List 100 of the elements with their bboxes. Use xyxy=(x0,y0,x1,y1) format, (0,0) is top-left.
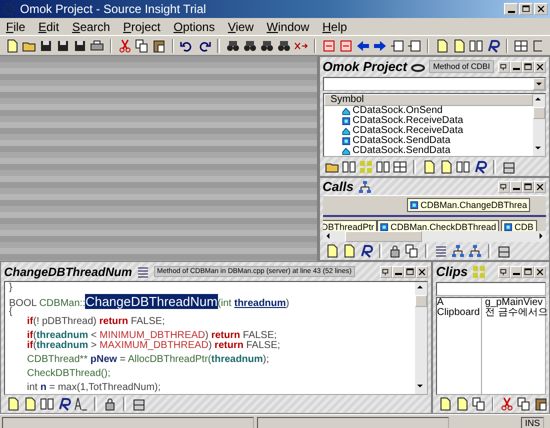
search-field[interactable] xyxy=(322,77,546,91)
call-node[interactable]: CDB xyxy=(500,220,537,231)
symbol-item[interactable]: CDataSock.ReceiveData xyxy=(324,126,533,136)
menu-item[interactable]: Edit xyxy=(38,20,60,34)
window-button[interactable] xyxy=(406,38,422,54)
clipboard-icon xyxy=(152,38,166,52)
scroll-thumb[interactable] xyxy=(533,107,545,119)
close-button[interactable] xyxy=(534,3,548,15)
symbol-info: Method of CDBI xyxy=(429,60,494,73)
minimize-icon xyxy=(508,10,514,12)
call-node[interactable]: DBThreadPtr xyxy=(322,220,378,231)
dots-button[interactable] xyxy=(358,159,374,175)
vertical-scrollbar[interactable] xyxy=(533,94,545,156)
page-icon xyxy=(455,397,469,411)
page-icon xyxy=(5,38,19,52)
maximize-icon xyxy=(405,266,415,276)
book-button[interactable] xyxy=(468,38,484,54)
search-field[interactable] xyxy=(436,282,546,296)
menu-item[interactable]: File xyxy=(6,20,26,34)
panel-title: Calls xyxy=(322,179,354,194)
minimize-button[interactable] xyxy=(510,60,522,72)
book-icon xyxy=(468,38,483,52)
minimize-button[interactable] xyxy=(510,266,522,278)
book-button[interactable] xyxy=(374,159,391,175)
scroll-thumb[interactable] xyxy=(344,231,422,242)
text-edit-icon xyxy=(74,397,88,411)
symbol-item[interactable]: CDataSock.SendData xyxy=(324,146,533,156)
minimize-button[interactable] xyxy=(392,266,404,278)
tree-button[interactable] xyxy=(466,243,483,259)
tree-icon xyxy=(468,244,482,258)
menu-item[interactable]: Window xyxy=(266,20,310,34)
copy-icon xyxy=(472,397,486,411)
window-button[interactable] xyxy=(388,38,405,54)
menu-item[interactable]: Search xyxy=(72,20,110,34)
tree-icon xyxy=(450,244,465,258)
minimize-button[interactable] xyxy=(510,180,522,193)
close-button[interactable] xyxy=(416,266,428,278)
left-arrow-icon xyxy=(356,38,370,52)
maximize-button[interactable] xyxy=(522,266,534,278)
grid-button[interactable] xyxy=(392,159,408,175)
book-icon xyxy=(376,160,390,174)
close-button[interactable] xyxy=(534,180,546,193)
menu-item[interactable]: Help xyxy=(322,20,348,34)
vertical-scrollbar[interactable] xyxy=(415,282,427,394)
symbol-item[interactable]: CDataSock.ReceiveData xyxy=(324,116,533,126)
list-icon xyxy=(136,264,150,278)
copy-button[interactable] xyxy=(134,38,150,54)
close-icon xyxy=(535,266,545,276)
square-icon xyxy=(342,116,351,126)
maximize-button[interactable] xyxy=(404,266,416,278)
clipboard-button[interactable] xyxy=(533,396,549,412)
dock-button[interactable] xyxy=(498,180,510,193)
maximize-button[interactable] xyxy=(519,3,533,15)
scissors-button[interactable] xyxy=(499,396,515,412)
scissors-icon xyxy=(500,397,514,411)
dots-icon xyxy=(358,160,373,174)
copy-button[interactable] xyxy=(516,396,532,412)
page-icon xyxy=(452,38,466,52)
copy-icon xyxy=(517,397,531,411)
grid-button[interactable] xyxy=(513,38,530,54)
horizontal-scrollbar[interactable] xyxy=(322,231,546,242)
close-button[interactable] xyxy=(534,60,546,72)
clipboard-button[interactable] xyxy=(151,38,168,54)
panel-title: Clips xyxy=(436,264,468,279)
symbol-item[interactable]: CDataSock.OnSend xyxy=(324,106,533,116)
dock-button[interactable] xyxy=(380,266,392,278)
scissors-button[interactable] xyxy=(117,38,134,54)
scroll-thumb[interactable] xyxy=(415,295,427,307)
text-edit-button[interactable] xyxy=(73,396,89,412)
book-button[interactable] xyxy=(454,159,471,175)
book-icon xyxy=(342,160,356,174)
menu-item[interactable]: Project xyxy=(123,20,160,34)
page-icon xyxy=(438,160,453,174)
call-node[interactable]: CDBMan.CheckDBThread xyxy=(376,220,500,231)
copy-button[interactable] xyxy=(471,396,487,412)
page-icon xyxy=(342,244,356,258)
grid-icon xyxy=(392,160,407,174)
menu-item[interactable]: View xyxy=(228,20,254,34)
pin-icon xyxy=(381,266,391,276)
column-header[interactable]: Symbol xyxy=(324,94,533,106)
symbol-item[interactable]: CDataSock.SendData xyxy=(324,136,533,146)
close-button[interactable] xyxy=(534,266,546,278)
book-button[interactable] xyxy=(39,396,55,412)
window-icon xyxy=(390,38,404,52)
tree-button[interactable] xyxy=(450,243,466,259)
dock-button[interactable] xyxy=(498,60,510,72)
maximize-button[interactable] xyxy=(522,180,534,193)
insert-mode-indicator: INS xyxy=(520,417,544,428)
menu-item[interactable]: Options xyxy=(173,20,215,34)
binoculars-icon xyxy=(260,38,274,52)
call-node[interactable]: CDBMan.ChangeDBThrea xyxy=(406,198,530,212)
dock-button[interactable] xyxy=(498,266,510,278)
square-icon xyxy=(504,222,513,231)
maximize-button[interactable] xyxy=(522,60,534,72)
page-icon xyxy=(324,244,339,258)
printer-button[interactable] xyxy=(89,38,105,54)
book-button[interactable] xyxy=(340,159,357,175)
minimize-icon xyxy=(512,273,520,275)
minimize-button[interactable] xyxy=(504,3,518,15)
copy-button[interactable] xyxy=(404,243,420,259)
